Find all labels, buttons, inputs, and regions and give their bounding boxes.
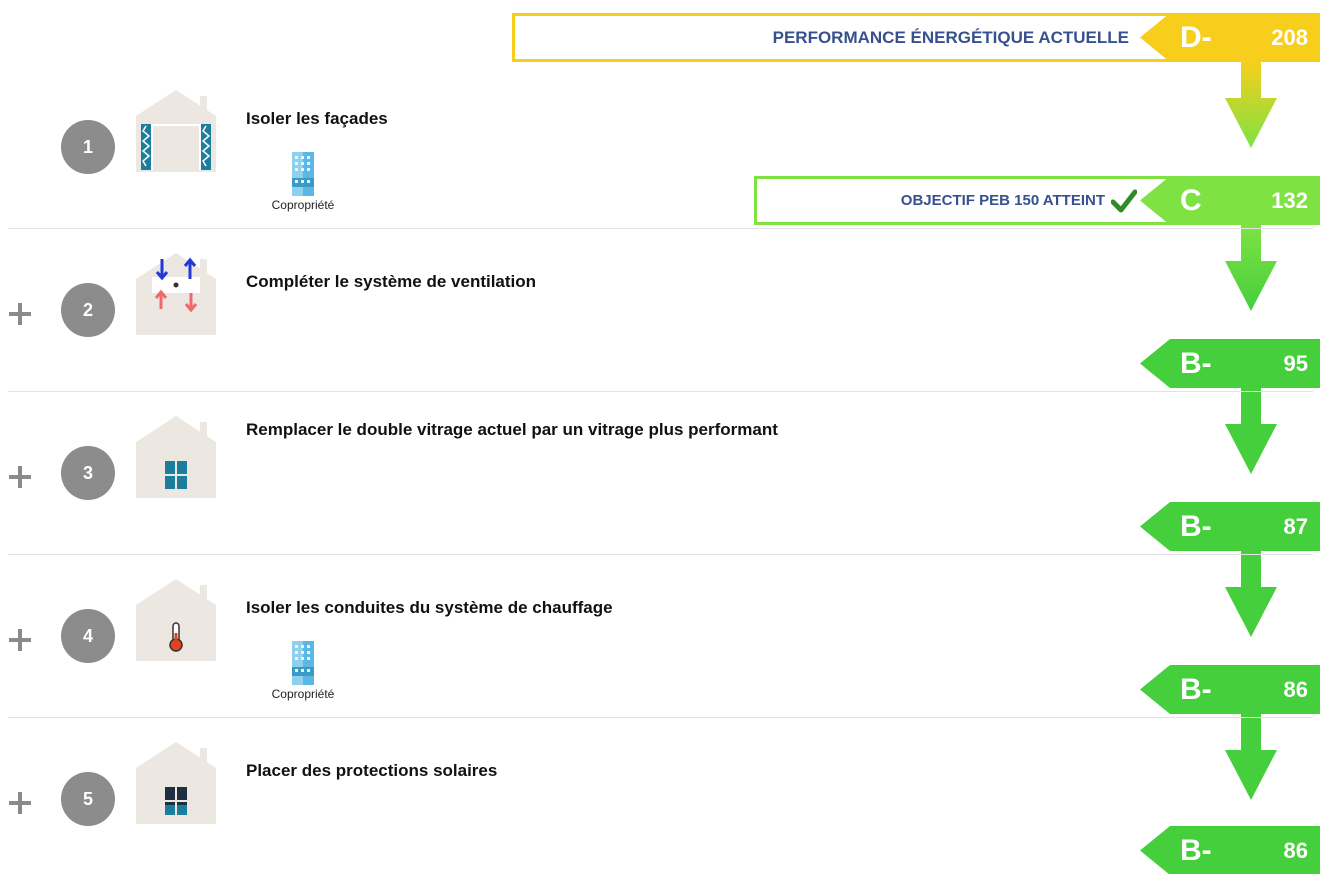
- down-arrow-icon: [1225, 225, 1277, 311]
- copropriete-label: Copropriété: [271, 198, 335, 212]
- result-rating-value: 86: [1283, 838, 1308, 863]
- plus-icon: [9, 792, 31, 814]
- step-title: Remplacer le double vitrage actuel par u…: [246, 420, 778, 439]
- separator: [8, 554, 1313, 555]
- plus-icon: [9, 629, 31, 651]
- objective-rating-value: 132: [1271, 188, 1308, 213]
- thermometer-icon: [136, 579, 216, 661]
- result-rating-letter: B-: [1180, 673, 1212, 706]
- objective-bar: OBJECTIF PEB 150 ATTEINT: [754, 176, 1192, 225]
- objective-rating-letter: C: [1180, 184, 1202, 217]
- result-rating-letter: B-: [1180, 834, 1212, 867]
- objective-rating-badge: C 132: [1140, 176, 1320, 225]
- current-rating-badge: D- 208: [1140, 13, 1320, 62]
- current-performance-bar: PERFORMANCE ÉNERGÉTIQUE ACTUELLE: [512, 13, 1192, 62]
- result-rating-value: 95: [1283, 351, 1308, 376]
- step-number: 1: [61, 120, 115, 174]
- building-icon: [292, 641, 314, 685]
- copropriete-label: Copropriété: [271, 687, 335, 701]
- copropriete-tag: Copropriété: [258, 152, 348, 212]
- down-arrow-icon: [1225, 62, 1277, 148]
- step-number: 2: [61, 283, 115, 337]
- window-icon: [136, 416, 216, 498]
- ventilation-icon: [136, 253, 216, 335]
- result-rating-badge: B- 86: [1140, 665, 1320, 714]
- result-rating-letter: B-: [1180, 347, 1212, 380]
- step-title: Compléter le système de ventilation: [246, 272, 537, 291]
- separator: [8, 717, 1313, 718]
- result-rating-value: 86: [1283, 677, 1308, 702]
- step-title: Isoler les façades: [246, 109, 388, 128]
- step-number: 3: [61, 446, 115, 500]
- building-icon: [292, 152, 314, 196]
- step-title: Isoler les conduites du système de chauf…: [246, 598, 613, 617]
- current-performance-label: PERFORMANCE ÉNERGÉTIQUE ACTUELLE: [772, 28, 1129, 47]
- facade-insulation-icon: [136, 90, 216, 172]
- plus-icon: [9, 303, 31, 325]
- result-rating-badge: B- 87: [1140, 502, 1320, 551]
- step-title: Placer des protections solaires: [246, 761, 498, 780]
- result-rating-letter: B-: [1180, 510, 1212, 543]
- plus-icon: [9, 466, 31, 488]
- result-rating-value: 87: [1283, 514, 1308, 539]
- result-rating-badge: B- 95: [1140, 339, 1320, 388]
- down-arrow-icon: [1225, 388, 1277, 474]
- down-arrow-icon: [1225, 714, 1277, 800]
- current-rating-value: 208: [1271, 25, 1308, 50]
- separator: [8, 228, 1313, 229]
- objective-label: OBJECTIF PEB 150 ATTEINT: [900, 192, 1105, 209]
- step-number: 4: [61, 609, 115, 663]
- check-icon: [1111, 189, 1137, 213]
- step-number: 5: [61, 772, 115, 826]
- result-rating-badge: B- 86: [1140, 826, 1320, 874]
- copropriete-tag: Copropriété: [258, 641, 348, 701]
- current-rating-letter: D-: [1180, 21, 1212, 54]
- sun-shade-icon: [136, 742, 216, 824]
- down-arrow-icon: [1225, 551, 1277, 637]
- separator: [8, 391, 1313, 392]
